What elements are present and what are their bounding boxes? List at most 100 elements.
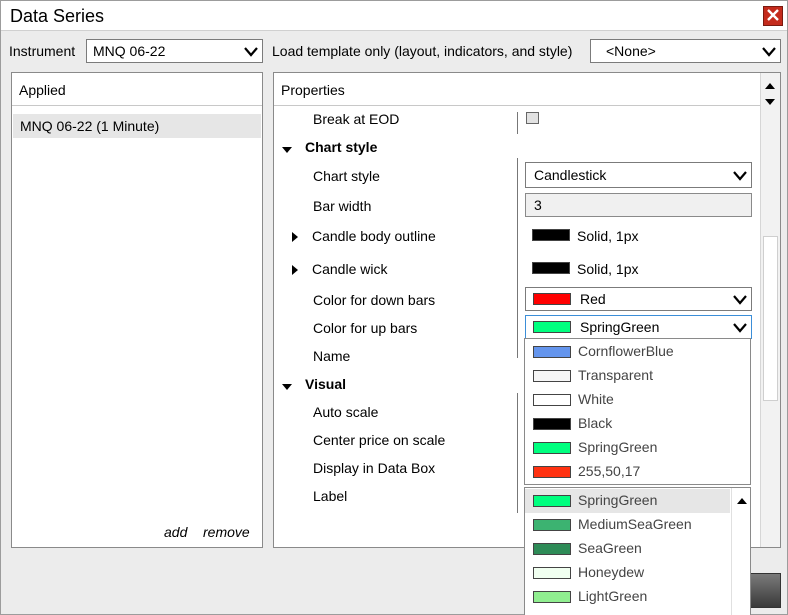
color-swatch [533,418,571,430]
chevron-down-icon [733,170,747,182]
color-option[interactable]: Honeydew [525,561,730,585]
bar-width-value: 3 [534,197,542,213]
scroll-up-icon[interactable] [765,77,775,93]
color-option-selected[interactable]: SpringGreen [525,489,730,513]
window-title: Data Series [10,6,105,26]
expand-triangle-icon[interactable] [291,262,298,278]
color-option[interactable]: LightGreen [525,585,730,609]
color-swatch [533,543,571,555]
candle-wick-value[interactable]: Solid, 1px [577,261,638,277]
title-bar: Data Series [1,1,787,31]
candle-body-outline-value[interactable]: Solid, 1px [577,228,638,244]
instrument-select[interactable]: MNQ 06-22 [86,39,263,63]
prop-bar-width: Bar width [313,198,372,214]
collapse-triangle-icon[interactable] [282,141,292,157]
applied-item[interactable]: MNQ 06-22 (1 Minute) [13,114,261,138]
color-swatch [533,567,571,579]
color-option-label: SpringGreen [578,439,658,455]
section-chart-style: Chart style [305,139,378,155]
scroll-up-icon[interactable] [737,492,747,508]
scroll-down-icon[interactable] [765,93,775,109]
color-option[interactable]: 255,50,17 [525,460,750,484]
bar-width-input[interactable]: 3 [525,193,752,217]
data-series-window: Data Series Instrument MNQ 06-22 Load te… [0,0,788,615]
chevron-down-icon [762,46,776,58]
chart-style-select[interactable]: Candlestick [525,162,752,188]
color-option-label: Transparent [578,367,653,383]
collapse-triangle-icon[interactable] [282,378,292,394]
prop-break-at-eod: Break at EOD [313,111,400,127]
column-separator [517,112,518,134]
ok-button[interactable] [749,573,781,608]
color-full-list: SpringGreen MediumSeaGreen SeaGreen Hone… [524,487,751,615]
color-swatch [533,442,571,454]
instrument-value: MNQ 06-22 [93,43,166,59]
properties-header-label: Properties [281,82,345,98]
close-icon [767,8,779,24]
color-down-swatch [533,293,571,305]
prop-display-data-box: Display in Data Box [313,460,436,476]
column-separator [517,393,518,513]
color-swatch [533,466,571,478]
applied-header: Applied [12,73,262,106]
properties-header: Properties [274,73,780,106]
prop-candle-wick: Candle wick [312,261,388,277]
color-recent-list: CornflowerBlue Transparent White Black S… [524,338,751,485]
expand-triangle-icon[interactable] [291,229,298,245]
column-separator [517,158,518,358]
color-option[interactable]: SpringGreen [525,436,750,460]
template-select[interactable]: <None> [590,39,781,63]
color-option[interactable]: White [525,388,750,412]
color-down-select[interactable]: Red [525,287,752,311]
template-label: Load template only (layout, indicators, … [272,43,573,59]
color-option-label: SpringGreen [578,492,658,508]
color-option[interactable]: MediumSeaGreen [525,513,730,537]
prop-auto-scale: Auto scale [313,404,379,420]
color-option-label: Honeydew [578,564,645,580]
color-option-label: SeaGreen [578,540,642,556]
chevron-down-icon [733,294,747,306]
applied-header-label: Applied [19,82,66,98]
color-up-select[interactable]: SpringGreen [525,315,752,339]
section-visual: Visual [305,376,346,392]
properties-scrollbar[interactable] [760,73,780,547]
color-swatch [533,346,571,358]
color-swatch [533,591,571,603]
color-option-label: MediumSeaGreen [578,516,692,532]
color-swatch [533,519,571,531]
close-button[interactable] [763,6,783,26]
color-option-label: CornflowerBlue [578,343,674,359]
color-option-label: Black [578,415,613,431]
color-down-value: Red [580,291,606,307]
prop-color-down: Color for down bars [313,292,436,308]
color-up-swatch [533,321,571,333]
color-up-value: SpringGreen [580,319,660,335]
break-at-eod-checkbox[interactable] [526,112,539,124]
candle-wick-swatch [532,262,570,274]
color-list-scrollbar[interactable] [731,488,750,615]
color-option[interactable] [525,609,730,615]
prop-label: Label [313,488,348,504]
color-option[interactable]: Black [525,412,750,436]
candle-body-outline-swatch [532,229,570,241]
applied-item-label: MNQ 06-22 (1 Minute) [20,118,160,134]
color-swatch [533,370,571,382]
color-option-label: White [578,391,614,407]
color-option-label: LightGreen [578,588,648,604]
prop-center-price: Center price on scale [313,432,446,448]
color-option-label: 255,50,17 [578,463,641,479]
scroll-thumb[interactable] [763,236,778,401]
chevron-down-icon [733,322,747,334]
prop-name: Name [313,348,351,364]
prop-candle-body-outline: Candle body outline [312,228,436,244]
remove-link[interactable]: remove [203,524,250,540]
color-swatch [533,394,571,406]
instrument-label: Instrument [9,43,76,59]
color-swatch [533,495,571,507]
prop-chart-style: Chart style [313,168,380,184]
color-option[interactable]: CornflowerBlue [525,340,750,364]
color-option[interactable]: Transparent [525,364,750,388]
add-link[interactable]: add [164,524,187,540]
color-option[interactable]: SeaGreen [525,537,730,561]
chart-style-value: Candlestick [534,167,607,183]
